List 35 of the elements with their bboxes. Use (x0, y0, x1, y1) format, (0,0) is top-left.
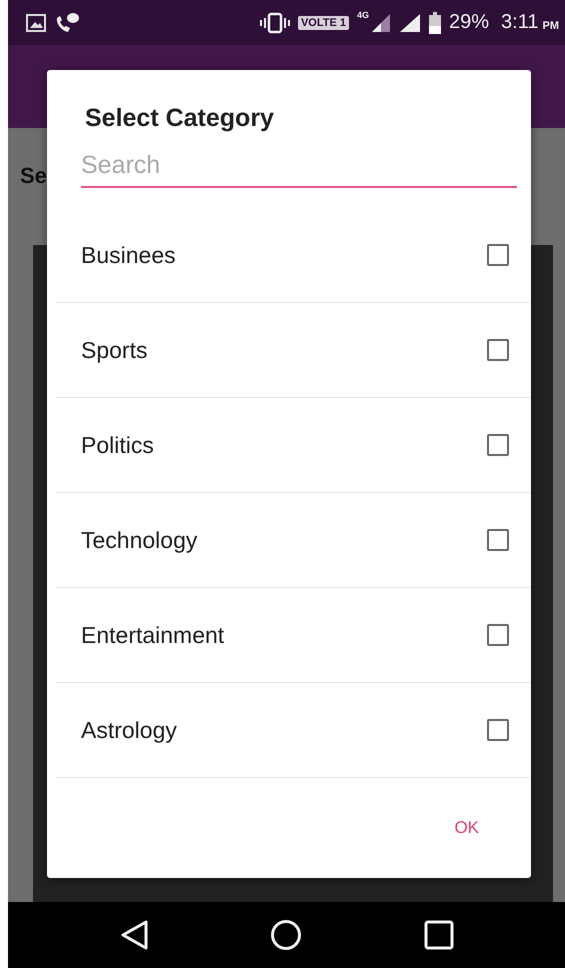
vibrate-icon (260, 12, 290, 34)
category-label: Technology (81, 526, 198, 554)
category-item[interactable]: Technology (55, 493, 531, 588)
recents-icon[interactable] (424, 920, 454, 950)
back-icon[interactable] (118, 919, 149, 951)
home-icon[interactable] (270, 919, 302, 951)
category-label: Astrology (81, 716, 177, 744)
checkbox[interactable] (487, 529, 509, 551)
category-item[interactable]: Sports (55, 303, 531, 398)
clock-period: PM (542, 20, 559, 32)
image-icon (26, 14, 46, 32)
category-label: Businees (81, 242, 176, 268)
signal-icon (371, 12, 392, 32)
clock: 3:11 (501, 11, 538, 34)
volte-badge: VOLTE 1 (298, 16, 349, 30)
checkbox[interactable] (487, 624, 509, 646)
ok-button[interactable]: OK (442, 808, 491, 848)
checkbox[interactable] (487, 719, 509, 741)
category-item[interactable]: Entertainment (55, 588, 531, 683)
category-label: Sports (81, 336, 148, 364)
page-heading: Se (20, 163, 47, 189)
network-type: 4G (357, 10, 370, 20)
category-item[interactable]: Businees (55, 208, 531, 303)
category-item[interactable]: Astrology (55, 683, 531, 778)
battery-percent: 29% (449, 11, 490, 34)
category-label: Politics (81, 432, 154, 458)
phone-bubble-icon (54, 12, 80, 34)
checkbox[interactable] (487, 244, 509, 266)
checkbox[interactable] (487, 434, 509, 456)
category-label: Entertainment (81, 622, 224, 648)
battery-charging-icon (429, 12, 442, 34)
dialog-title: Select Category (85, 104, 275, 133)
signal-icon (399, 12, 422, 32)
category-item[interactable]: Politics (55, 398, 531, 493)
checkbox[interactable] (487, 339, 509, 361)
